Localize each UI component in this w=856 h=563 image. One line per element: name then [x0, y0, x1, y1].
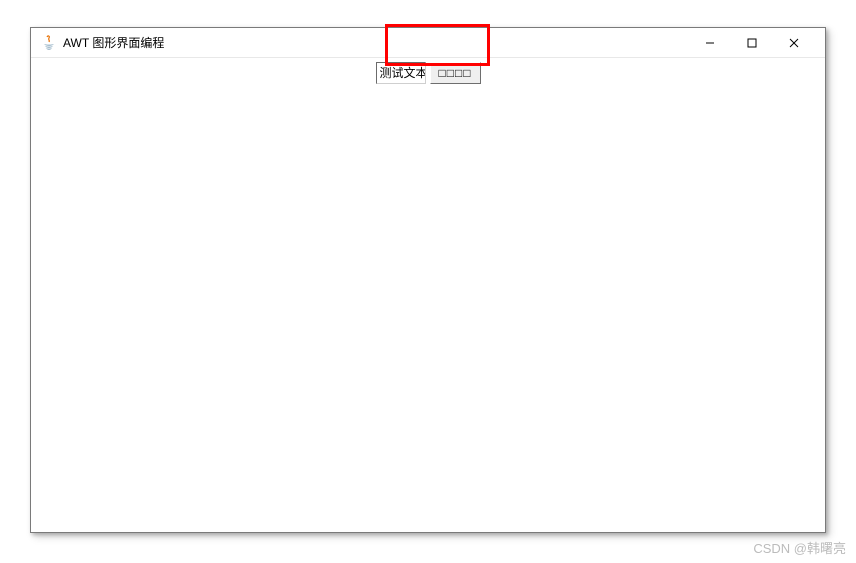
application-window: AWT 图形界面编程 测试文本 □□□□: [30, 27, 826, 533]
minimize-button[interactable]: [689, 29, 731, 57]
titlebar: AWT 图形界面编程: [31, 28, 825, 58]
flow-layout-row: 测试文本 □□□□: [31, 58, 825, 84]
client-area: 测试文本 □□□□: [31, 58, 825, 532]
watermark: CSDN @韩曙亮: [753, 538, 846, 557]
java-icon: [41, 35, 57, 51]
test-button[interactable]: □□□□: [430, 62, 481, 84]
window-title: AWT 图形界面编程: [63, 34, 689, 51]
window-controls: [689, 29, 815, 57]
text-field[interactable]: 测试文本: [376, 62, 426, 84]
maximize-button[interactable]: [731, 29, 773, 57]
close-button[interactable]: [773, 29, 815, 57]
